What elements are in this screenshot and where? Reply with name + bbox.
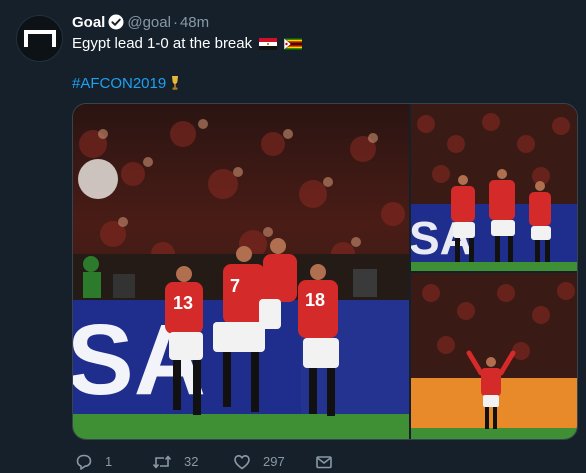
reply-icon (76, 454, 92, 470)
avatar[interactable] (16, 15, 63, 62)
heart-icon (234, 455, 250, 470)
author-name[interactable]: Goal (72, 14, 105, 31)
tweet-header: Goal @goal · 48m (72, 13, 209, 36)
tweet-text: Egypt lead 1-0 at the break (72, 34, 303, 56)
share-button[interactable] (315, 452, 333, 472)
retweet-count: 32 (184, 454, 199, 469)
verified-badge-icon (108, 14, 124, 36)
like-count: 297 (263, 454, 285, 469)
timestamp[interactable]: 48m (180, 14, 209, 31)
media-grid: SA 13 18 7 SA (72, 103, 578, 440)
tweet-text-body: Egypt lead 1-0 at the break (72, 35, 253, 52)
separator-dot: · (172, 14, 178, 31)
hashtag-line: #AFCON2019 (72, 74, 180, 97)
svg-text:18: 18 (305, 290, 325, 310)
author-handle[interactable]: @goal (127, 14, 171, 31)
svg-text:13: 13 (173, 293, 193, 313)
like-button[interactable]: 297 (233, 452, 285, 472)
zimbabwe-flag-icon (284, 36, 303, 56)
egypt-flag-icon (259, 36, 278, 56)
tweet-actions: 1 32 297 (72, 452, 572, 472)
celebration-team-photo[interactable]: SA (411, 104, 577, 271)
reply-count: 1 (105, 454, 113, 469)
svg-text:7: 7 (230, 276, 240, 296)
mail-icon (316, 456, 332, 469)
player-celebration-photo[interactable] (411, 273, 577, 439)
retweet-button[interactable]: 32 (152, 452, 198, 472)
reply-button[interactable]: 1 (75, 452, 112, 472)
goal-logo-icon (23, 29, 56, 47)
celebration-main-photo[interactable]: SA 13 18 7 (73, 104, 409, 439)
retweet-icon (152, 455, 172, 469)
trophy-icon (170, 75, 180, 97)
tweet[interactable]: Goal @goal · 48m Egypt lead 1-0 at the brea… (0, 0, 586, 473)
hashtag-link[interactable]: #AFCON2019 (72, 75, 166, 92)
